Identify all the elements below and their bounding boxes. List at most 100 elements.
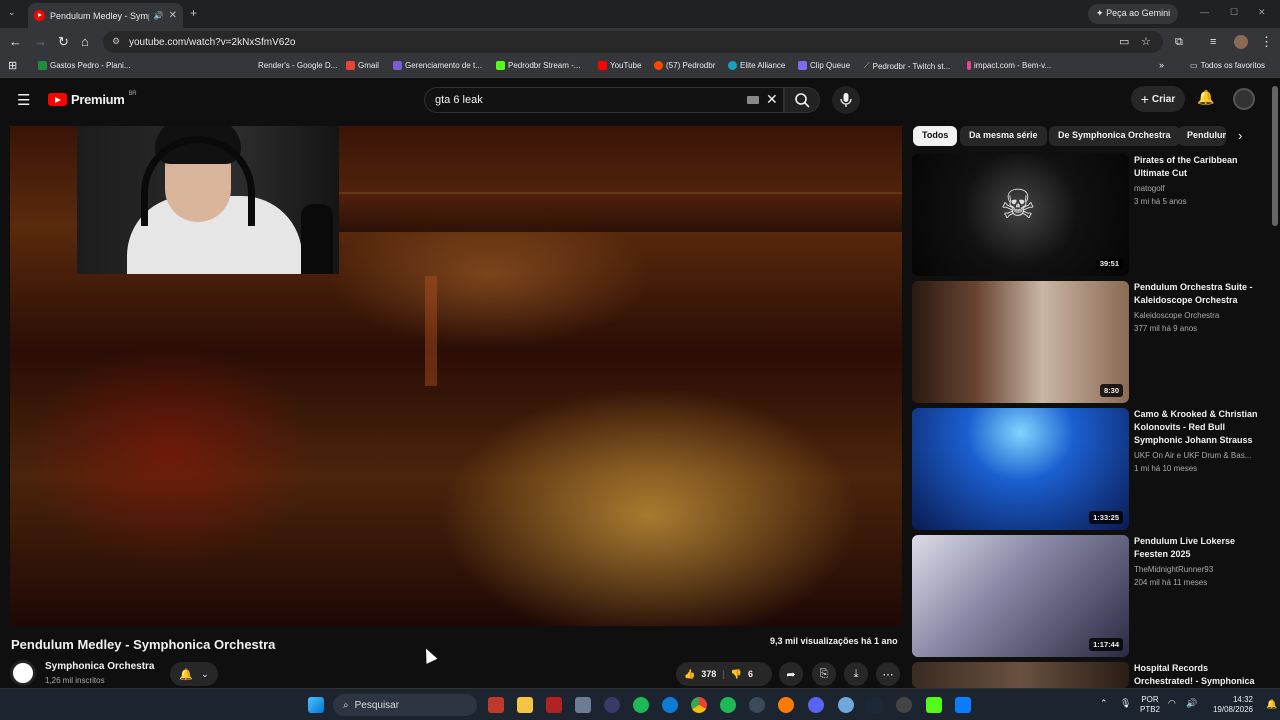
- spotify-icon[interactable]: [720, 697, 736, 713]
- video-thumbnail[interactable]: 1:33:25: [912, 408, 1129, 530]
- search-button[interactable]: [784, 87, 820, 113]
- bookmark-item[interactable]: Pedrodbr Stream -...: [496, 61, 580, 70]
- tab-list-icon[interactable]: ⌄: [8, 7, 16, 18]
- site-info-icon[interactable]: ⚙: [112, 36, 120, 47]
- reload-icon[interactable]: ↻: [58, 34, 69, 50]
- close-window-icon[interactable]: ✕: [1258, 7, 1266, 18]
- bookmark-item[interactable]: ⟋ Pedrodbr - Twitch st...: [864, 61, 950, 71]
- account-avatar[interactable]: [1233, 88, 1255, 110]
- video-thumbnail[interactable]: 8:30: [912, 281, 1129, 403]
- extensions-icon[interactable]: ⧉: [1175, 34, 1183, 50]
- app-icon[interactable]: [778, 697, 794, 713]
- input-language[interactable]: POR PTB2: [1140, 695, 1160, 715]
- voice-search-button[interactable]: [832, 86, 860, 114]
- like-icon[interactable]: 👍: [684, 669, 695, 680]
- bookmark-item[interactable]: YouTube: [598, 61, 641, 70]
- logo-text: Premium: [71, 92, 125, 107]
- minimize-icon[interactable]: —: [1200, 7, 1209, 17]
- system-clock[interactable]: 14:32 19/08/2026: [1205, 695, 1253, 715]
- more-actions-button[interactable]: ⋯: [876, 662, 900, 686]
- app-icon[interactable]: [955, 697, 971, 713]
- download-button[interactable]: ⤓: [844, 662, 868, 686]
- bookmark-item[interactable]: Gerenciamento de t...: [393, 61, 482, 70]
- related-video-card[interactable]: 1:17:44 Pendulum Live Lokerse Feesten 20…: [912, 535, 1267, 657]
- subscribed-button[interactable]: 🔔 ⌄: [170, 662, 218, 686]
- windows-start-icon[interactable]: [308, 697, 324, 713]
- app-icon[interactable]: [838, 697, 854, 713]
- video-thumbnail[interactable]: 1:17:44: [912, 535, 1129, 657]
- home-icon[interactable]: ⌂: [81, 34, 89, 50]
- file-explorer-icon[interactable]: [517, 697, 533, 713]
- filezilla-icon[interactable]: [546, 697, 562, 713]
- wifi-icon[interactable]: ◠: [1168, 698, 1176, 709]
- app-icon[interactable]: [633, 697, 649, 713]
- bookmark-item[interactable]: Elite Alliance: [728, 61, 785, 70]
- steam-icon[interactable]: [867, 697, 883, 713]
- bookmark-item[interactable]: Gastos Pedro - Plani...: [38, 61, 130, 70]
- app-icon[interactable]: [575, 697, 591, 713]
- reading-list-icon[interactable]: ≡: [1210, 34, 1216, 50]
- clear-search-icon[interactable]: ✕: [766, 91, 778, 108]
- share-button[interactable]: ➦: [779, 662, 803, 686]
- page-scrollbar[interactable]: [1272, 86, 1278, 226]
- save-button[interactable]: ⎘: [812, 662, 836, 686]
- bookmark-item[interactable]: Gmail: [346, 61, 379, 70]
- bookmark-item[interactable]: Clip Queue: [798, 61, 850, 70]
- gemini-button[interactable]: ✦ Peça ao Gemini: [1088, 4, 1179, 24]
- chip-all[interactable]: Todos: [913, 126, 958, 146]
- related-video-card[interactable]: ☠ 39:51 Pirates of the Caribbean Ultimat…: [912, 154, 1267, 276]
- chevron-right-icon[interactable]: ›: [1238, 128, 1242, 143]
- chip-pendulum[interactable]: Pendulum: [1178, 126, 1226, 146]
- discord-icon[interactable]: [808, 697, 824, 713]
- all-bookmarks[interactable]: ▭ Todos os favoritos: [1190, 61, 1265, 70]
- youtube-logo[interactable]: Premium BR: [48, 91, 137, 107]
- tab-active[interactable]: Pendulum Medley - Symph 🔊 ✕: [28, 3, 183, 28]
- obs-icon[interactable]: [604, 697, 620, 713]
- chip-same-series[interactable]: Da mesma série: [960, 126, 1047, 146]
- profile-avatar[interactable]: [1234, 35, 1248, 49]
- maximize-icon[interactable]: ☐: [1230, 7, 1238, 18]
- channel-avatar[interactable]: [10, 660, 36, 686]
- audio-icon[interactable]: 🔊: [154, 11, 164, 20]
- related-video-card[interactable]: 8:30 Pendulum Orchestra Suite - Kaleidos…: [912, 281, 1267, 403]
- address-bar[interactable]: ⚙ youtube.com/watch?v=2kNxSfmV62o: [103, 31, 1163, 53]
- video-thumbnail[interactable]: [912, 662, 1129, 688]
- hamburger-menu-icon[interactable]: ☰: [17, 91, 30, 109]
- search-input[interactable]: gta 6 leak ✕: [424, 87, 784, 113]
- mouse-cursor: [420, 646, 438, 664]
- notifications-bell-icon[interactable]: 🔔: [1197, 89, 1214, 106]
- channel-name[interactable]: Symphonica Orchestra: [45, 661, 154, 672]
- tray-chevron-icon[interactable]: ⌃: [1100, 698, 1108, 709]
- edge-icon[interactable]: [662, 697, 678, 713]
- related-video-card[interactable]: Hospital Records Orchestrated! - Symphon…: [912, 662, 1267, 688]
- stage-pillar: [425, 276, 437, 386]
- cast-icon[interactable]: ▭: [1119, 34, 1129, 50]
- forward-icon[interactable]: →: [34, 34, 47, 50]
- app-icon[interactable]: [488, 697, 504, 713]
- close-tab-icon[interactable]: ✕: [169, 10, 177, 21]
- duration-badge: 1:33:25: [1089, 511, 1123, 524]
- apps-icon[interactable]: ⊞: [8, 59, 17, 72]
- new-tab-icon[interactable]: +: [190, 6, 197, 20]
- back-icon[interactable]: ←: [9, 34, 22, 50]
- notifications-icon[interactable]: 🔔: [1266, 699, 1277, 710]
- bookmark-item[interactable]: impact.com - Bem-v...: [967, 61, 1051, 70]
- tray-mic-icon[interactable]: 🎙: [1120, 698, 1131, 709]
- bookmark-star-icon[interactable]: ☆: [1141, 34, 1151, 50]
- create-button[interactable]: + Criar: [1131, 86, 1185, 112]
- bookmark-item[interactable]: Render's - Google D...: [258, 61, 337, 70]
- video-thumbnail[interactable]: ☠ 39:51: [912, 154, 1129, 276]
- app-icon[interactable]: [749, 697, 765, 713]
- chip-from-channel[interactable]: De Symphonica Orchestra: [1049, 126, 1180, 146]
- related-video-card[interactable]: 1:33:25 Camo & Krooked & Christian Kolon…: [912, 408, 1267, 530]
- kick-icon[interactable]: [926, 697, 942, 713]
- dislike-icon[interactable]: 👎: [731, 669, 742, 680]
- volume-icon[interactable]: 🔊: [1186, 698, 1197, 709]
- menu-icon[interactable]: ⋮: [1260, 34, 1273, 50]
- chrome-icon[interactable]: [691, 697, 707, 713]
- bookmark-item[interactable]: (57) Pedrodbr: [654, 61, 715, 70]
- taskbar-search[interactable]: ⌕ Pesquisar: [333, 694, 477, 716]
- more-bookmarks-icon[interactable]: »: [1159, 60, 1164, 70]
- app-icon[interactable]: [896, 697, 912, 713]
- keyboard-icon[interactable]: [747, 96, 759, 104]
